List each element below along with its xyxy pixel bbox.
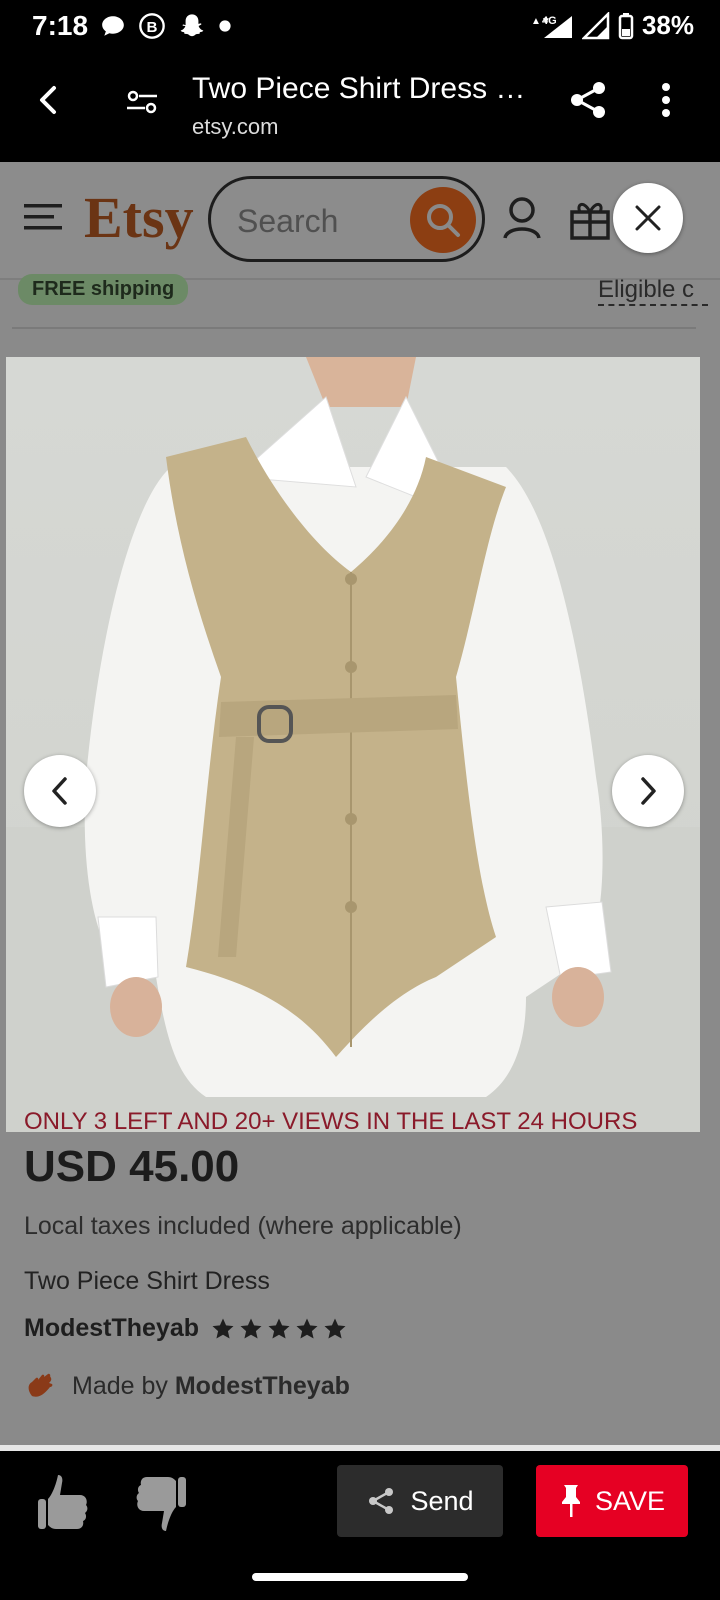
home-indicator[interactable] [252,1573,468,1581]
signal-icon [581,11,610,39]
network-type: 4G [542,15,557,27]
dot-icon [219,20,231,32]
thumbs-down-icon [136,1477,186,1531]
chevron-left-icon [52,777,67,805]
divider [12,327,696,329]
menu-icon[interactable] [24,202,62,237]
made-by-shop[interactable]: ModestTheyab [175,1372,350,1400]
search-placeholder: Search [237,203,339,239]
notification-icons: B [100,12,232,40]
signal-4g-icon: ▲▼4G [531,15,572,38]
status-time: 7:18 [32,10,89,41]
star-icon [296,1318,318,1338]
close-icon [635,205,661,231]
share-icon[interactable] [566,78,610,122]
waving-hand-icon [28,1373,53,1397]
close-button[interactable] [613,183,683,253]
star-icon [268,1318,290,1338]
page-url: etsy.com [192,114,279,139]
made-by-row: Made by ModestTheyab [24,1370,350,1402]
share-icon [369,1488,394,1514]
page-content: Etsy Search FREE shipping Eligible c ONL… [0,162,720,1447]
etsy-header: Etsy Search [0,162,720,280]
search-icon [427,204,460,237]
battery-percent: 38% [641,10,694,40]
star-icon [212,1318,234,1338]
send-button[interactable]: Send [337,1465,503,1537]
action-bar: Send SAVE [0,1445,720,1555]
thumbs-up-button[interactable] [36,1471,92,1542]
battery-icon [618,12,634,39]
made-by-prefix: Made by [72,1371,168,1400]
b-icon: B [139,13,165,39]
save-button[interactable]: SAVE [536,1465,688,1537]
save-label: SAVE [594,1485,666,1516]
svg-text:B: B [147,19,158,36]
status-bar: 7:18 B ▲▼ 4G 38% [0,0,720,52]
eligible-link[interactable]: Eligible c [598,276,708,306]
star-icon [324,1318,346,1338]
product-title: Two Piece Shirt Dress [24,1267,270,1295]
back-arrow-icon[interactable] [28,80,68,120]
dress-illustration [6,357,700,1132]
free-shipping-badge: FREE shipping [18,274,189,305]
site-settings-icon[interactable] [122,82,162,122]
product-image[interactable] [6,357,700,1132]
status-right: ▲▼ 4G 38% [530,10,694,41]
price: USD 45.00 [24,1142,240,1191]
prev-image-button[interactable] [24,755,96,827]
pin-icon [561,1485,580,1517]
shop-row: ModestTheyab [24,1314,347,1343]
chat-icon [102,16,124,36]
shop-name[interactable]: ModestTheyab [24,1314,199,1343]
account-icon[interactable] [502,196,542,245]
more-vert-icon[interactable] [652,80,680,120]
thumbs-down-button[interactable] [132,1469,188,1540]
chevron-right-icon [641,777,656,805]
next-image-button[interactable] [612,755,684,827]
page-title: Two Piece Shirt Dress … [192,72,526,105]
gift-icon[interactable] [568,196,612,245]
rating-stars [211,1317,347,1341]
send-label: Send [410,1485,474,1516]
snapchat-icon [180,14,204,37]
gesture-bar [0,1555,720,1600]
etsy-logo[interactable]: Etsy [84,184,194,251]
browser-toolbar: Two Piece Shirt Dress … etsy.com [0,52,720,162]
scarcity-message: ONLY 3 LEFT AND 20+ VIEWS IN THE LAST 24… [24,1108,638,1135]
star-icon [240,1318,262,1338]
search-input[interactable]: Search [208,176,485,262]
thumbs-up-icon [38,1475,88,1529]
tax-note: Local taxes included (where applicable) [24,1212,462,1240]
search-button[interactable] [410,187,476,253]
